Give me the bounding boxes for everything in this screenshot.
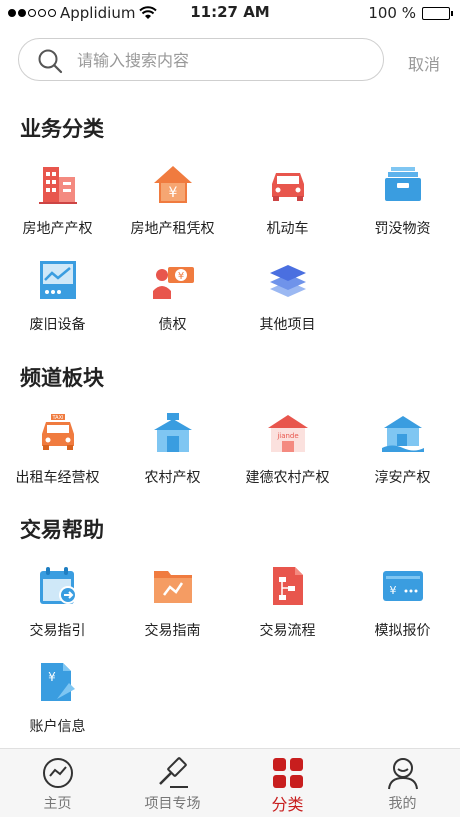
help-label: 模拟报价 — [374, 623, 431, 639]
help-manual[interactable]: 交易指南 — [115, 565, 230, 645]
svg-text:jiande: jiande — [276, 432, 298, 440]
price-card-icon: ¥ — [383, 571, 423, 601]
help-label: 交易指引 — [29, 623, 86, 639]
grid-icon — [273, 758, 303, 788]
gavel-icon — [159, 757, 188, 788]
layers-icon — [270, 265, 306, 297]
category-label: 其他项目 — [259, 317, 316, 333]
channel-jiande[interactable]: jiande 建德农村产权 — [230, 412, 345, 492]
category-lease[interactable]: ¥ 房地产租凭权 — [115, 163, 230, 243]
help-label: 交易流程 — [259, 623, 316, 639]
section-title-help: 交易帮助 — [20, 518, 104, 542]
channel-taxi[interactable]: TAXI 出租车经营权 — [0, 412, 115, 492]
category-used-equipment[interactable]: 废旧设备 — [0, 259, 115, 339]
taxi-icon: TAXI — [42, 414, 74, 450]
search-input[interactable] — [77, 47, 367, 73]
channel-label: 建德农村产权 — [245, 470, 330, 486]
battery-info: 100 % — [368, 4, 453, 22]
car-icon — [272, 173, 304, 201]
svg-text:¥: ¥ — [178, 271, 184, 282]
category-label: 债权 — [158, 317, 187, 333]
tab-home[interactable]: 主页 — [0, 749, 115, 817]
debt-icon: ¥ — [153, 267, 194, 299]
help-simulated-quote[interactable]: ¥ 模拟报价 — [345, 565, 460, 645]
user-icon — [388, 758, 418, 790]
category-label: 罚没物资 — [374, 221, 431, 237]
help-guide[interactable]: 交易指引 — [0, 565, 115, 645]
cancel-button[interactable]: 取消 — [408, 51, 440, 75]
building-icon — [39, 167, 77, 204]
category-label: 房地产产权 — [22, 221, 93, 237]
tab-label: 项目专场 — [144, 796, 201, 812]
account-doc-icon: ¥ — [41, 663, 75, 701]
tab-label: 主页 — [43, 796, 72, 812]
category-label: 废旧设备 — [29, 317, 86, 333]
tab-projects[interactable]: 项目专场 — [115, 749, 230, 817]
battery-percent: 100 % — [368, 4, 416, 22]
channel-chunan[interactable]: 淳安产权 — [345, 412, 460, 492]
tab-bar: 主页 项目专场 分类 我的 — [0, 748, 460, 817]
help-label: 账户信息 — [29, 719, 86, 735]
flowchart-doc-icon — [273, 567, 303, 605]
status-bar: Applidium 11:27 AM 100 % — [0, 0, 460, 26]
category-label: 机动车 — [266, 221, 309, 237]
search-row: 取消 — [18, 38, 448, 82]
search-box[interactable] — [18, 38, 384, 81]
tab-category[interactable]: 分类 — [230, 749, 345, 817]
channel-label: 农村产权 — [144, 470, 201, 486]
house-yuan-icon: ¥ — [154, 166, 192, 203]
tab-mine[interactable]: 我的 — [345, 749, 460, 817]
category-debt[interactable]: ¥ 债权 — [115, 259, 230, 339]
channel-rural[interactable]: 农村产权 — [115, 412, 230, 492]
channel-label: 淳安产权 — [374, 470, 431, 486]
help-account[interactable]: ¥ 账户信息 — [0, 661, 115, 741]
calendar-icon — [40, 567, 77, 604]
home-chart-icon — [43, 758, 73, 788]
search-icon — [38, 49, 63, 74]
channel-label: 出租车经营权 — [15, 470, 100, 486]
folder-chart-icon — [154, 571, 192, 603]
section-title-business: 业务分类 — [20, 117, 104, 141]
category-confiscated[interactable]: 罚没物资 — [345, 163, 460, 243]
svg-text:TAXI: TAXI — [52, 415, 64, 421]
help-process[interactable]: 交易流程 — [230, 565, 345, 645]
category-label: 房地产租凭权 — [130, 221, 215, 237]
tab-label: 分类 — [271, 795, 304, 814]
help-label: 交易指南 — [144, 623, 201, 639]
battery-icon — [422, 6, 453, 20]
box-icon — [385, 167, 421, 201]
tab-label: 我的 — [388, 796, 417, 812]
monitor-icon — [40, 261, 76, 299]
category-other[interactable]: 其他项目 — [230, 259, 345, 339]
svg-text:¥: ¥ — [48, 670, 56, 684]
chunan-house-icon — [382, 416, 424, 452]
svg-text:¥: ¥ — [169, 185, 178, 201]
section-title-channel: 频道板块 — [20, 366, 104, 390]
category-vehicle[interactable]: 机动车 — [230, 163, 345, 243]
category-real-estate[interactable]: 房地产产权 — [0, 163, 115, 243]
rural-house-icon — [154, 413, 192, 452]
svg-text:¥: ¥ — [390, 584, 397, 597]
jiande-house-icon: jiande — [268, 415, 308, 452]
